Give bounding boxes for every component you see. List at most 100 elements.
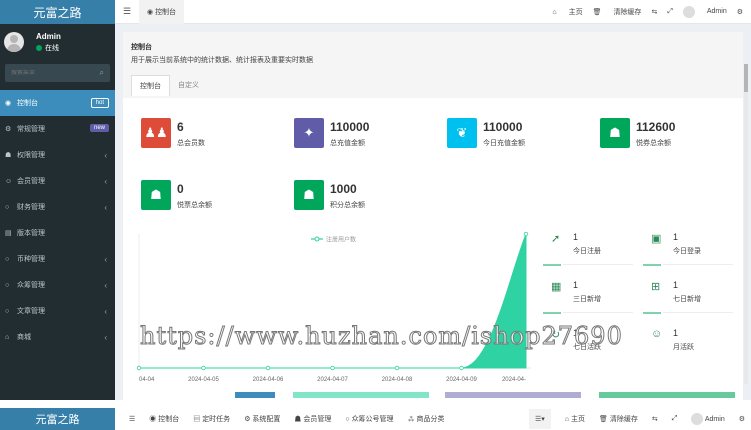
data-point[interactable] (201, 365, 206, 371)
tab-config[interactable]: ⚙ 系统配置 (244, 414, 280, 424)
circle-icon: ○ (5, 307, 10, 315)
avatar (4, 32, 24, 52)
tabs-dropdown-icon[interactable]: ☰▾ (529, 409, 551, 429)
fullscreen-icon[interactable]: ⤢ (667, 8, 673, 16)
settings-gear-icon[interactable]: ⚙ (737, 8, 743, 16)
data-point[interactable] (330, 365, 335, 371)
user-icon: ☺ (5, 177, 13, 185)
home-link[interactable]: ⌂ 主页 (552, 7, 582, 17)
data-point[interactable] (265, 365, 271, 371)
cogs-icon: ⚙ (5, 126, 12, 133)
sidebar-item-version[interactable]: ▤ 版本管理 (0, 220, 115, 246)
sidebar-item-auth[interactable]: ☗ 权限管理 ‹ (0, 142, 115, 168)
x-tick-label: 2024-04-05 (188, 377, 219, 383)
panel-tabs: 控制台 自定义 (131, 75, 735, 96)
sidebar-item-finance[interactable]: ○ 财务管理 ‹ (0, 194, 115, 220)
progress-bar (599, 392, 735, 398)
user-menu[interactable]: Admin (682, 5, 727, 18)
chevron-left-icon: ‹ (104, 202, 107, 212)
user-icon: ☗ (294, 180, 324, 210)
fullscreen-icon[interactable]: ⤢ (672, 415, 678, 423)
shop-icon: ⌂ (5, 333, 10, 341)
online-dot-icon (36, 44, 42, 51)
x-tick-label: 04-04 (139, 377, 155, 383)
settings-gear-icon[interactable]: ⚙ (739, 415, 745, 423)
chart-legend[interactable]: 注册用户数 (311, 236, 356, 244)
user-status: 在线 (36, 43, 61, 53)
x-tick-label: 2024-04-09 (446, 377, 477, 383)
search-input[interactable] (11, 70, 81, 76)
registration-chart: 注册用户数 04-04 2024-04-05 2024-04-06 2024-04-0… (136, 232, 531, 383)
calendar-icon: ▦ (551, 281, 562, 293)
user-name: Admin (36, 31, 61, 41)
sidebar-item-dashboard[interactable]: ◉ 控制台 hot (0, 90, 115, 116)
magic-icon: ✦ (294, 118, 324, 148)
app-logo[interactable]: 元富之路 (0, 408, 115, 430)
user-icon: ☗ (600, 118, 630, 148)
tab-dashboard-panel[interactable]: 控制台 (131, 75, 170, 96)
tab-custom[interactable]: 自定义 (170, 75, 207, 96)
app-logo[interactable]: 元富之路 (0, 0, 115, 24)
progress-bar (293, 392, 429, 398)
x-tick-label: 2024-04-08 (382, 377, 413, 383)
data-point[interactable] (394, 365, 400, 371)
progress-bar (445, 392, 581, 398)
sidebar-item-currency[interactable]: ○ 币种管理 ‹ (0, 246, 115, 272)
tab-members[interactable]: ☗ 会员管理 (294, 414, 331, 424)
divider (563, 264, 633, 265)
scrollbar[interactable] (744, 64, 748, 384)
data-point[interactable] (523, 232, 529, 237)
clear-cache-button[interactable]: 🗑 清除缓存 (599, 414, 638, 424)
stat-three-day-new: ▦ 1 三日新增 (551, 280, 601, 303)
menu-toggle-icon[interactable]: ☰ (115, 6, 139, 17)
progress-line (643, 264, 661, 266)
users-icon: ☗ (5, 152, 12, 159)
tab-categories[interactable]: ⁂ 商品分类 (408, 414, 445, 424)
divider (563, 312, 633, 313)
circle-icon: ○ (5, 255, 10, 263)
calendar-plus-icon: ⊞ (651, 281, 661, 293)
stat-total-members: ♟♟ 6 总会员数 (141, 118, 205, 148)
sidebar-item-shop[interactable]: ⌂ 商城 ‹ (0, 324, 115, 350)
progress-line (643, 312, 661, 314)
clear-cache-button[interactable]: 🗑 清除缓存 (593, 7, 642, 17)
dashboard-icon: ◉ (5, 100, 12, 107)
menu-toggle-icon[interactable]: ☰ (129, 415, 135, 423)
users-icon: ♟♟ (141, 118, 171, 148)
translate-icon[interactable]: ⇆ (651, 8, 657, 16)
sidebar: 元富之路 Admin 在线 ⌕ ◉控制台hot ⚙常规管理new ☗权限管理‹ … (0, 0, 115, 400)
data-point[interactable] (459, 365, 464, 371)
page-title: 控制台 (131, 44, 152, 51)
stat-today-recharge: ❦ 110000 今日充值金额 (447, 118, 525, 148)
tab-dashboard[interactable]: ◉ 控制台 (149, 414, 179, 424)
watermark: https://www.huzhan.com/ishop27690 (140, 322, 623, 351)
avatar (691, 413, 704, 425)
x-tick-label: 2024-04-07 (317, 377, 348, 383)
search-icon[interactable]: ⌕ (100, 68, 104, 78)
chevron-left-icon: ‹ (104, 280, 107, 290)
data-point[interactable] (136, 365, 142, 371)
sidebar-item-members[interactable]: ☺ 会员管理 ‹ (0, 168, 115, 194)
stat-monthly-active: ☺ 1 月活跃 (651, 328, 694, 351)
dashboard-icon: ◉ (147, 8, 156, 16)
divider (663, 312, 733, 313)
tab-crowdfund-accounts[interactable]: ○ 众筹公号管理 (345, 414, 393, 424)
new-badge: new (89, 124, 109, 132)
top-navbar: ☰ ◉ 控制台 ⌂ 主页 🗑 清除缓存 ⇆ ⤢ Admin ⚙ (115, 0, 751, 24)
user-menu[interactable]: Admin (691, 413, 725, 425)
sidebar-item-crowdfund[interactable]: ○ 众筹管理 ‹ (0, 272, 115, 298)
stat-seven-day-new: ⊞ 1 七日新增 (651, 280, 701, 303)
x-tick-label: 2024-04- (502, 377, 526, 383)
chevron-left-icon: ‹ (104, 254, 107, 264)
home-link[interactable]: ⌂ 主页 (565, 414, 585, 424)
tab-cron[interactable]: ▤ 定时任务 (193, 414, 230, 424)
translate-icon[interactable]: ⇆ (652, 415, 658, 423)
sidebar-item-general[interactable]: ⚙ 常规管理 new (0, 116, 115, 142)
tab-dashboard[interactable]: ◉ 控制台 (139, 0, 185, 24)
stat-today-register: ➚ 1 今日注册 (551, 232, 601, 255)
sidebar-item-articles[interactable]: ○ 文章管理 ‹ (0, 298, 115, 324)
stat-today-login: ▣ 1 今日登录 (651, 232, 701, 255)
circle-icon: ○ (5, 281, 10, 289)
bottom-navbar: 元富之路 ☰ ◉ 控制台 ▤ 定时任务 ⚙ 系统配置 ☗ 会员管理 ○ 众筹公号… (0, 408, 751, 430)
chevron-left-icon: ‹ (104, 332, 107, 342)
